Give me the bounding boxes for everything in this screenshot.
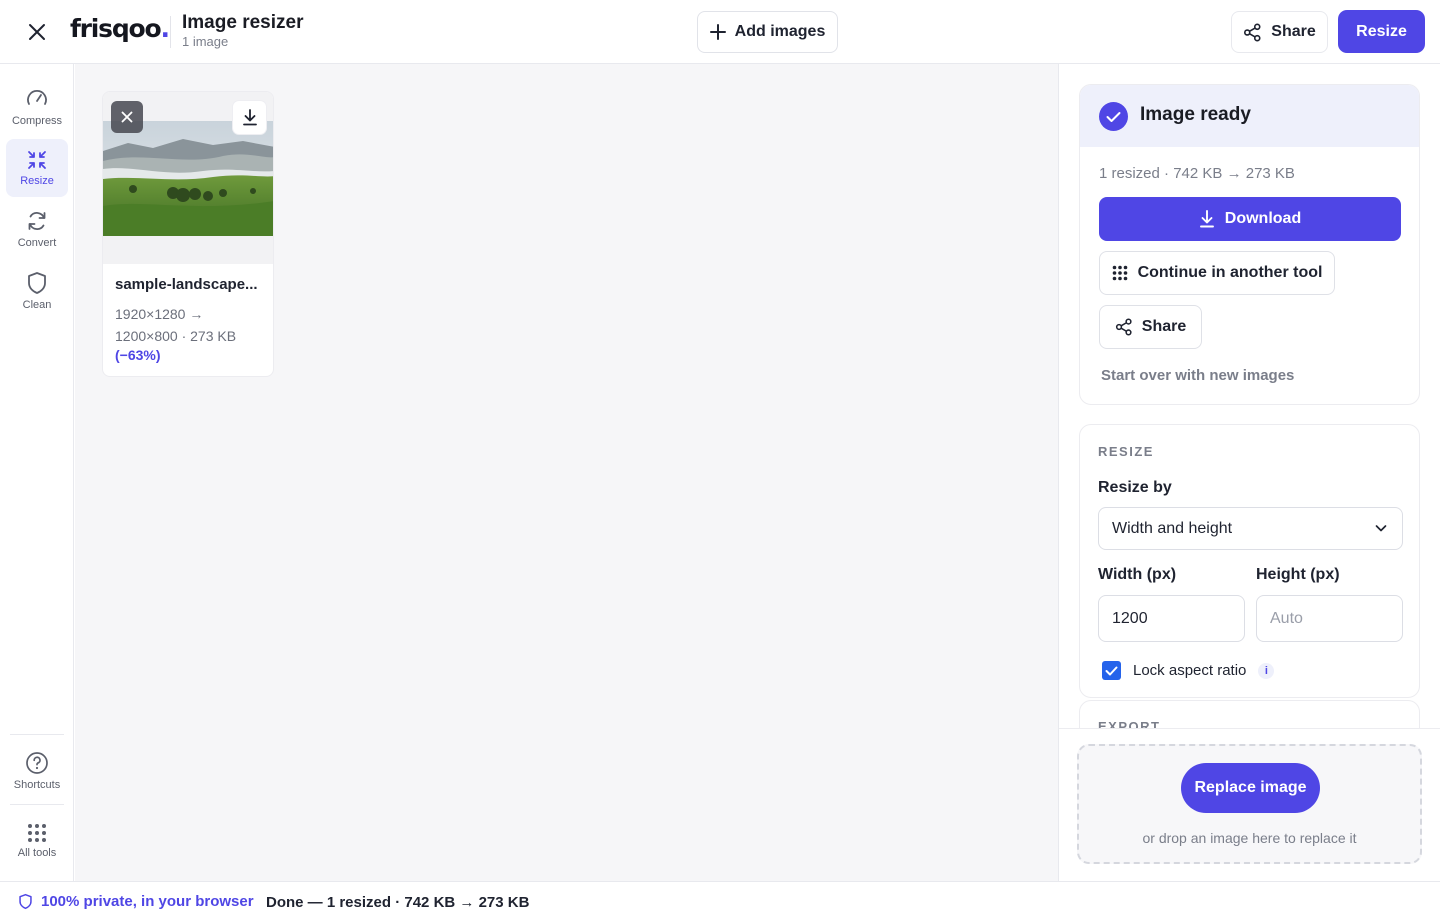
close-button[interactable] xyxy=(22,17,52,47)
replace-image-label: Replace image xyxy=(1194,779,1307,796)
continue-in-another-tool-button[interactable]: Continue in another tool xyxy=(1099,251,1335,295)
sidebar-item-clean[interactable]: Clean xyxy=(6,262,68,320)
lock-aspect-ratio-checkbox[interactable] xyxy=(1102,661,1121,680)
sidebar-item-label: Clean xyxy=(22,299,52,311)
status-bar: 100% private, in your browser Done — 1 r… xyxy=(0,881,1440,923)
result-title: Image ready xyxy=(1140,104,1251,125)
top-bar: frisqoo. Image resizer 1 image Add image… xyxy=(0,0,1440,64)
add-images-button[interactable]: Add images xyxy=(697,11,838,53)
chevron-down-icon xyxy=(1375,525,1387,532)
image-count: 1 image xyxy=(182,34,229,49)
page-title: Image resizer xyxy=(182,12,304,33)
sidebar-divider xyxy=(10,734,64,735)
status-message: Done — 1 resized · 742 KB → 273 KB xyxy=(266,894,530,911)
grid-icon xyxy=(1112,265,1127,281)
image-dimensions: 1920×1280 → 1200×800 · 273 KB xyxy=(115,303,265,347)
grid-icon xyxy=(28,824,46,842)
resize-by-label: Resize by xyxy=(1098,479,1172,496)
logo-dot: . xyxy=(160,14,171,43)
share-label: Share xyxy=(1141,318,1187,335)
size-reduction: (−63%) xyxy=(115,347,161,363)
download-button[interactable]: Download xyxy=(1099,197,1401,241)
question-icon xyxy=(26,752,48,774)
add-images-label: Add images xyxy=(734,23,826,40)
replace-area: Replace image or drop an image here to r… xyxy=(1059,728,1440,881)
share-button[interactable]: Share xyxy=(1231,11,1328,53)
sidebar-item-label: Compress xyxy=(11,115,63,127)
share-icon xyxy=(1115,318,1132,336)
result-card: Image ready 1 resized · 742 KB → 273 KB … xyxy=(1079,84,1420,405)
result-share-button[interactable]: Share xyxy=(1099,305,1202,349)
resize-settings-card: RESIZE Resize by Width and height Width … xyxy=(1079,424,1420,698)
close-icon xyxy=(29,24,45,40)
logo[interactable]: frisqoo. xyxy=(70,14,171,43)
continue-label: Continue in another tool xyxy=(1137,264,1323,281)
privacy-badge: 100% private, in your browser xyxy=(18,893,254,910)
lock-aspect-ratio-label: Lock aspect ratio xyxy=(1133,662,1247,679)
image-canvas: sample-landscape... 1920×1280 → 1200×800… xyxy=(75,64,1058,881)
privacy-text: 100% private, in your browser xyxy=(41,893,254,910)
check-icon xyxy=(1099,102,1128,131)
resize-by-select[interactable]: Width and height xyxy=(1098,507,1403,550)
replace-image-button[interactable]: Replace image xyxy=(1181,763,1320,813)
new-dimensions: 1200×800 · 273 KB xyxy=(115,328,237,344)
height-label: Height (px) xyxy=(1256,566,1340,583)
sidebar-item-label: Resize xyxy=(20,175,54,187)
resize-label: Resize xyxy=(1356,22,1407,40)
sidebar-item-label: All tools xyxy=(17,847,57,859)
share-label: Share xyxy=(1271,23,1316,40)
plus-icon xyxy=(709,24,726,40)
image-filename: sample-landscape... xyxy=(115,276,258,293)
shield-icon xyxy=(19,893,32,910)
image-card[interactable]: sample-landscape... 1920×1280 → 1200×800… xyxy=(102,91,274,377)
info-icon[interactable]: i xyxy=(1258,662,1275,679)
sidebar-item-label: Shortcuts xyxy=(13,779,61,791)
sidebar-item-convert[interactable]: Convert xyxy=(6,200,68,258)
resize-button[interactable]: Resize xyxy=(1338,10,1425,53)
remove-image-button[interactable] xyxy=(111,101,143,133)
sidebar-item-resize[interactable]: Resize xyxy=(6,139,68,197)
download-label: Download xyxy=(1224,210,1302,227)
resize-by-value: Width and height xyxy=(1112,519,1233,537)
lock-aspect-ratio-row: Lock aspect ratio i xyxy=(1102,661,1275,680)
result-header: Image ready xyxy=(1080,85,1419,147)
start-over-link[interactable]: Start over with new images xyxy=(1101,367,1294,384)
logo-text: frisqoo xyxy=(70,14,162,43)
thumbnail-area xyxy=(103,92,273,264)
settings-panel: Image ready 1 resized · 742 KB → 273 KB … xyxy=(1058,64,1440,881)
share-icon xyxy=(1244,23,1261,41)
original-dimensions: 1920×1280 → xyxy=(115,306,204,322)
tool-sidebar: Compress Resize Convert Clean Shortcuts … xyxy=(0,64,74,881)
arrows-in-icon xyxy=(28,151,46,169)
sidebar-divider xyxy=(10,804,64,805)
checkmark-icon xyxy=(1105,666,1118,675)
sidebar-item-all-tools[interactable]: All tools xyxy=(6,812,68,870)
download-icon xyxy=(1199,210,1214,228)
sidebar-item-shortcuts[interactable]: Shortcuts xyxy=(6,742,68,800)
sidebar-item-label: Convert xyxy=(17,237,57,249)
download-image-button[interactable] xyxy=(233,101,266,134)
shield-icon xyxy=(28,272,46,294)
drop-zone[interactable]: Replace image or drop an image here to r… xyxy=(1077,744,1422,864)
download-icon xyxy=(242,109,257,126)
result-stats: 1 resized · 742 KB → 273 KB xyxy=(1099,165,1295,182)
width-label: Width (px) xyxy=(1098,566,1177,583)
height-input[interactable] xyxy=(1256,595,1403,642)
gauge-icon xyxy=(27,90,47,105)
width-input[interactable] xyxy=(1098,595,1245,642)
image-thumbnail xyxy=(103,121,273,236)
section-label: RESIZE xyxy=(1098,444,1154,459)
close-icon xyxy=(121,111,133,123)
drop-hint: or drop an image here to replace it xyxy=(1142,830,1357,846)
refresh-icon xyxy=(28,212,46,230)
header-divider xyxy=(170,16,171,48)
sidebar-item-compress[interactable]: Compress xyxy=(6,78,68,136)
